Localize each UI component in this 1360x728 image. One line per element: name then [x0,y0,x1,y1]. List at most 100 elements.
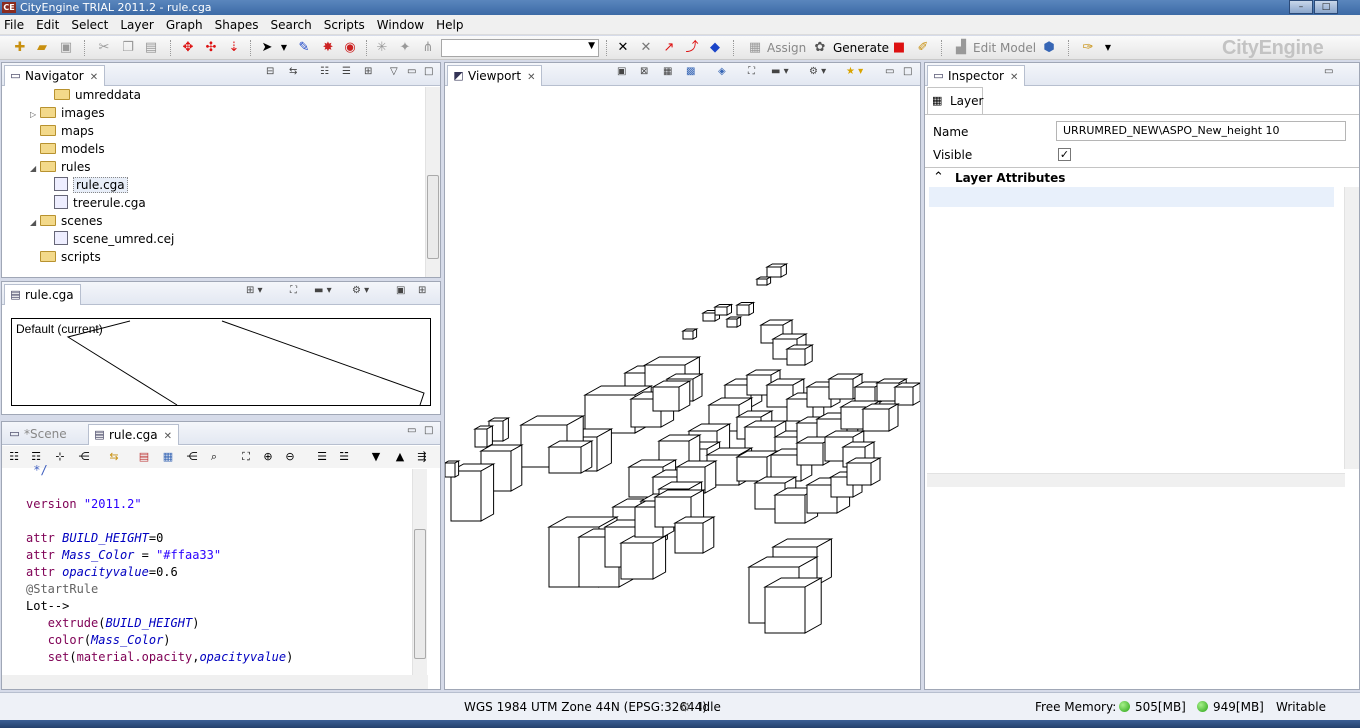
graph-snap-icon[interactable]: ✕ [615,40,631,56]
rule-graph-canvas[interactable]: Default (current) [11,318,431,406]
tree-item[interactable]: ▷ images [30,104,105,122]
paste-icon[interactable]: ▤ [143,40,159,56]
gear-icon[interactable]: ⚙ ▾ [809,66,826,77]
select-arrow-icon[interactable]: ➤ [259,40,275,56]
camera-icon[interactable]: ▬ ▾ [771,66,789,77]
tree-item[interactable]: ◢ rules [30,158,91,176]
navigator-scrollbar[interactable] [425,87,440,277]
close-icon[interactable]: ✕ [90,72,98,83]
gear-icon[interactable]: ⚙ ▾ [352,285,369,296]
curve-add-icon[interactable]: ↗ [661,40,677,56]
maximize-icon[interactable]: □ [903,66,912,77]
align-icon[interactable]: ⇶ [414,449,430,465]
tree-item[interactable]: treerule.cga [44,194,146,212]
maximize-icon[interactable]: □ [424,66,433,77]
minimize-icon[interactable]: ▭ [885,66,894,77]
building-mass[interactable] [651,380,692,412]
viewport-3d-canvas[interactable] [445,87,920,690]
inspector-scrollbar[interactable] [1344,187,1359,469]
open-folder-icon[interactable]: ▰ [34,40,50,56]
edit-model-button[interactable]: Edit Model [973,41,1036,55]
tab-inspector[interactable]: ▭ Inspector ✕ [927,65,1026,86]
chevron-down-icon[interactable]: ▼ [1100,40,1116,56]
menu-graph[interactable]: Graph [166,18,203,32]
layout-icon[interactable]: ⊞ [418,285,426,296]
code-text[interactable]: */ version "2011.2" attr BUILD_HEIGHT=0 … [26,462,293,666]
view-menu-icon[interactable]: ▽ [390,66,398,77]
layer-attributes-header[interactable]: Layer Attributes [955,171,1065,185]
building-mass[interactable] [713,303,734,316]
menu-file[interactable]: File [4,18,24,32]
building-mass[interactable] [473,425,495,448]
generate-button[interactable]: Generate [833,41,889,55]
tree-item[interactable]: scripts [30,248,101,266]
curve-edit-icon[interactable]: ⤴ [684,40,700,56]
building-mass[interactable] [681,328,699,340]
wireframe-mode-icon[interactable]: ⊠ [640,66,648,77]
shadow-mode-icon[interactable]: ▩ [686,66,695,77]
close-icon[interactable]: ✕ [527,72,535,83]
graph-connect-icon[interactable]: ✕ [638,40,654,56]
visible-checkbox[interactable]: ✓ [1058,148,1071,161]
menu-layer[interactable]: Layer [120,18,153,32]
copy-icon[interactable]: ❐ [120,40,136,56]
list-alt-icon[interactable]: ☱ [336,449,352,465]
tree-item[interactable]: models [30,140,105,158]
attribute-row[interactable] [929,187,1334,207]
filter-icon[interactable]: ☰ [342,66,351,77]
menu-scripts[interactable]: Scripts [324,18,365,32]
new-icon[interactable]: ✚ [12,40,28,56]
tree-item[interactable]: umreddata [44,86,141,104]
building-mass[interactable] [893,382,920,406]
expand-icon[interactable]: ▲ [392,449,408,465]
editor-scrollbar[interactable] [412,469,427,675]
shape-create-icon[interactable]: ◆ [707,40,723,56]
link-editor-icon[interactable]: ⇆ [289,66,297,77]
lasso-select-icon[interactable]: ✸ [320,40,336,56]
close-icon[interactable]: ✕ [164,431,172,442]
outline-icon[interactable]: ☷ [6,449,22,465]
inspector-hscrollbar[interactable] [927,473,1345,487]
rotate-icon[interactable]: ✣ [203,40,219,56]
lot-tool-icon[interactable]: ✦ [397,40,413,56]
list-icon[interactable]: ☰ [314,449,330,465]
cleanup-icon[interactable]: ⋔ [420,40,436,56]
editor-hscrollbar[interactable] [2,675,428,689]
tab-layer[interactable]: ▦ Layer [927,87,983,114]
tab-rule-preview[interactable]: ▤ rule.cga [4,284,81,305]
paint-select-icon[interactable]: ✎ [296,40,312,56]
building-mass[interactable] [673,516,716,554]
chevron-down-icon[interactable]: ▼ [276,40,292,56]
maximize-icon[interactable]: □ [424,425,433,436]
tab-rule-editor[interactable]: ▤ rule.cga ✕ [88,424,180,445]
building-mass[interactable] [445,460,461,478]
maximize-button[interactable]: □ [1314,0,1338,14]
layout-icon[interactable]: ⊞ [364,66,372,77]
menu-help[interactable]: Help [436,18,463,32]
tab-viewport[interactable]: ◩ Viewport ✕ [447,65,543,86]
bookmark-icon[interactable]: ◈ [718,66,726,77]
camera-icon[interactable]: ▬ ▾ [314,285,332,296]
select-all-icon[interactable]: ◉ [342,40,358,56]
tool-combo[interactable]: ▼ [441,39,599,57]
menu-window[interactable]: Window [377,18,424,32]
grid-view-icon[interactable]: ⊞ ▾ [246,285,263,296]
minimize-button[interactable]: – [1289,0,1313,14]
collapse-all-icon[interactable]: ⊟ [266,66,274,77]
building-mass[interactable] [755,276,773,286]
menu-edit[interactable]: Edit [36,18,59,32]
cube-icon[interactable]: ▣ [396,285,405,296]
tree-item[interactable]: scene_umred.cej [44,230,174,248]
building-mass[interactable] [735,301,756,316]
edit-model-icon[interactable]: ▟ [953,40,969,56]
building-mass[interactable] [785,344,815,366]
assign-icon[interactable]: ▦ [747,40,763,56]
wand-icon[interactable]: ✑ [1080,40,1096,56]
stop-icon[interactable]: ■ [891,40,907,56]
texture-mode-icon[interactable]: ▦ [663,66,672,77]
building-mass[interactable] [763,577,824,634]
save-icon[interactable]: ▣ [58,40,74,56]
building-mass[interactable] [725,316,743,328]
assign-button[interactable]: Assign [767,41,806,55]
close-icon[interactable]: ✕ [1010,72,1018,83]
